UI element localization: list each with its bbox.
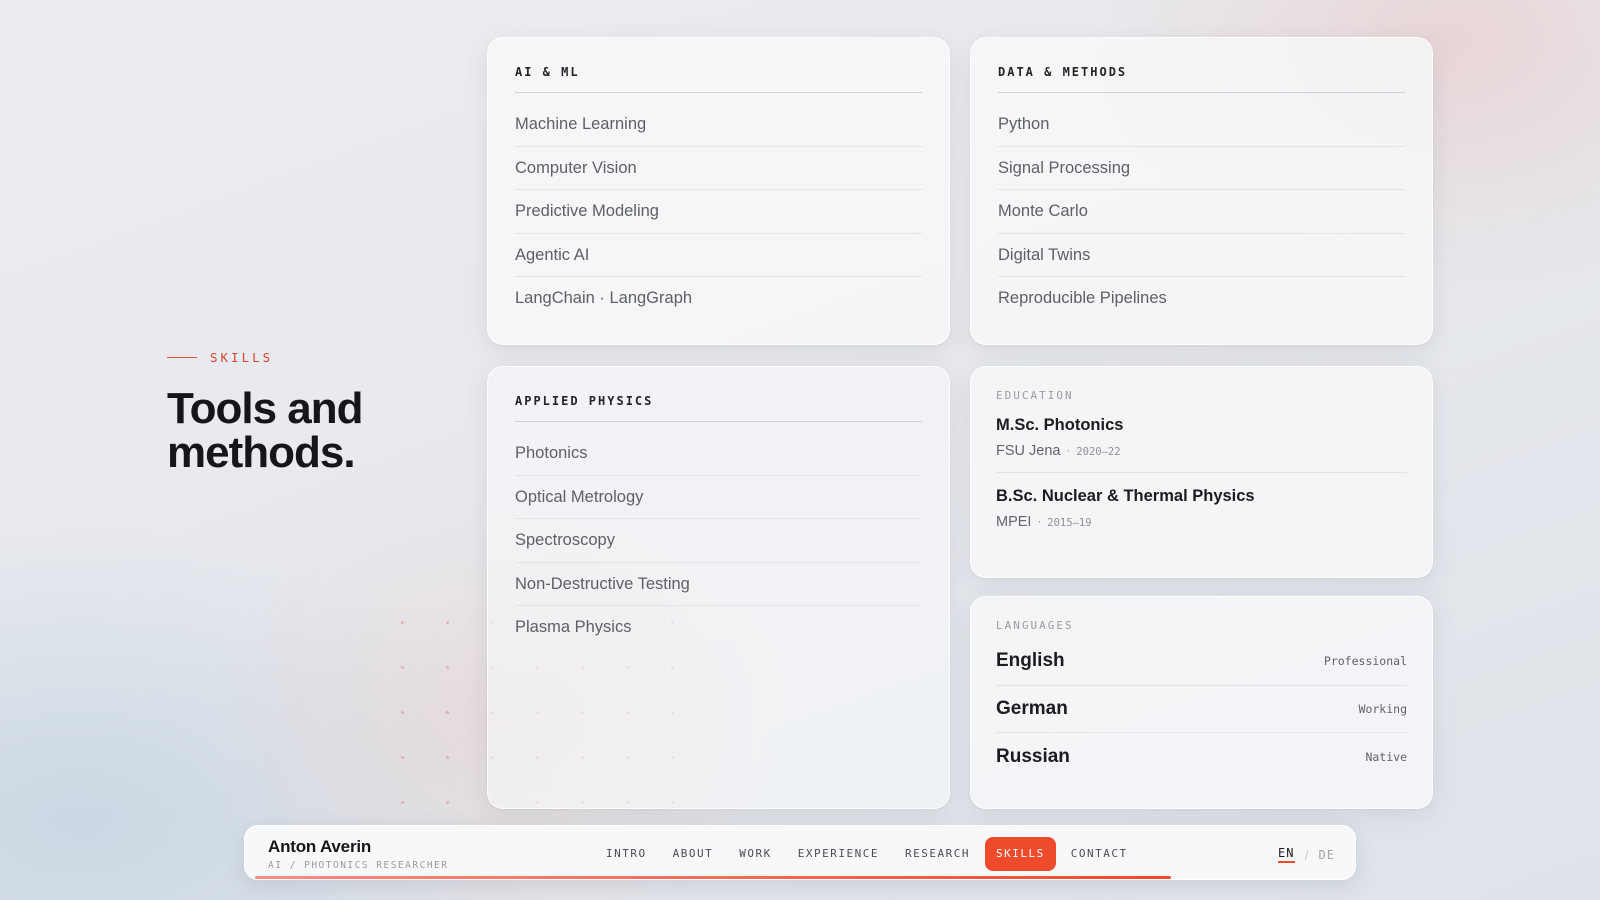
- meta-separator: ·: [1066, 444, 1071, 458]
- skill-item: Plasma Physics: [515, 618, 632, 636]
- nav-link-contact[interactable]: CONTACT: [1060, 837, 1139, 871]
- language-name: Russian: [996, 745, 1070, 767]
- section-header: SKILLS Tools and methods.: [167, 350, 427, 475]
- school-name: MPEI: [996, 514, 1032, 530]
- nav-link-work[interactable]: WORK: [728, 837, 783, 871]
- scroll-progress-bar: [255, 876, 1171, 879]
- school-name: FSU Jena: [996, 443, 1061, 459]
- skill-item: Agentic AI: [515, 234, 922, 277]
- skill-item: LangChain · LangGraph: [515, 289, 693, 307]
- language-row: Russian Native: [996, 733, 1407, 781]
- education-entry: M.Sc. Photonics FSU Jena · 2020–22: [996, 402, 1407, 473]
- title-line-2: methods.: [167, 428, 356, 477]
- skill-item: Optical Metrology: [515, 476, 922, 519]
- skill-list: Photonics Optical Metrology Spectroscopy…: [515, 432, 922, 650]
- brand-subtitle: AI / PHOTONICS RESEARCHER: [268, 860, 449, 871]
- card-title: APPLIED PHYSICS: [515, 394, 922, 422]
- skill-list: Machine Learning Computer Vision Predict…: [515, 103, 922, 321]
- card-applied-physics: APPLIED PHYSICS Photonics Optical Metrol…: [487, 366, 950, 809]
- skill-item: Photonics: [515, 432, 922, 476]
- language-level: Professional: [1323, 654, 1407, 669]
- card-ai-ml: AI & ML Machine Learning Computer Vision…: [487, 37, 950, 345]
- study-years: 2015–19: [1047, 517, 1092, 529]
- nav-link-research[interactable]: RESEARCH: [894, 837, 981, 871]
- education-label: EDUCATION: [996, 389, 1074, 402]
- study-years: 2020–22: [1076, 446, 1121, 458]
- degree-title: M.Sc. Photonics: [996, 416, 1124, 434]
- language-name: German: [996, 697, 1068, 719]
- nav-link-experience[interactable]: EXPERIENCE: [787, 837, 890, 871]
- languages-label: LANGUAGES: [996, 619, 1074, 632]
- skill-item: Reproducible Pipelines: [998, 289, 1167, 307]
- skill-item: Digital Twins: [998, 234, 1405, 277]
- skill-item: Spectroscopy: [515, 519, 922, 563]
- skill-item: Non-Destructive Testing: [515, 563, 922, 606]
- skill-item: Monte Carlo: [998, 190, 1405, 234]
- skill-item: Python: [998, 103, 1405, 147]
- section-eyebrow: SKILLS: [167, 350, 427, 365]
- language-level: Native: [1365, 749, 1407, 764]
- lang-de-toggle[interactable]: DE: [1319, 848, 1335, 862]
- language-row: German Working: [996, 686, 1407, 733]
- skill-list: Python Signal Processing Monte Carlo Dig…: [998, 103, 1405, 321]
- nav-link-skills[interactable]: SKILLS: [984, 837, 1056, 871]
- meta-separator: ·: [1037, 515, 1042, 529]
- bottom-navbar: Anton Averin AI / PHOTONICS RESEARCHER I…: [244, 825, 1356, 880]
- card-data-methods: DATA & METHODS Python Signal Processing …: [970, 37, 1433, 345]
- nav-link-about[interactable]: ABOUT: [662, 837, 725, 871]
- education-entry: B.Sc. Nuclear & Thermal Physics MPEI · 2…: [996, 473, 1407, 543]
- card-languages: LANGUAGES English Professional German Wo…: [970, 596, 1433, 809]
- language-level: Working: [1358, 701, 1407, 716]
- title-line-1: Tools and: [167, 384, 364, 433]
- section-title: Tools and methods.: [167, 387, 427, 475]
- eyebrow-line: [167, 356, 197, 359]
- skill-item: Machine Learning: [515, 103, 922, 147]
- brand-name: Anton Averin: [268, 837, 372, 856]
- card-education: EDUCATION M.Sc. Photonics FSU Jena · 202…: [970, 366, 1433, 578]
- nav-link-intro[interactable]: INTRO: [595, 837, 658, 871]
- skill-item: Signal Processing: [998, 147, 1405, 190]
- language-row: English Professional: [996, 638, 1407, 686]
- lang-separator: /: [1304, 847, 1309, 862]
- nav-links: INTRO ABOUT WORK EXPERIENCE RESEARCH SKI…: [595, 837, 1139, 871]
- lang-en-toggle[interactable]: EN: [1278, 846, 1295, 863]
- card-title: AI & ML: [515, 65, 922, 93]
- language-switcher: EN / DE: [1278, 846, 1335, 863]
- skill-item: Predictive Modeling: [515, 190, 922, 234]
- skill-item: Computer Vision: [515, 147, 922, 190]
- eyebrow-label: SKILLS: [210, 350, 274, 365]
- degree-title: B.Sc. Nuclear & Thermal Physics: [996, 487, 1255, 505]
- brand[interactable]: Anton Averin AI / PHOTONICS RESEARCHER: [268, 837, 449, 871]
- language-name: English: [996, 650, 1065, 672]
- card-title: DATA & METHODS: [998, 65, 1405, 93]
